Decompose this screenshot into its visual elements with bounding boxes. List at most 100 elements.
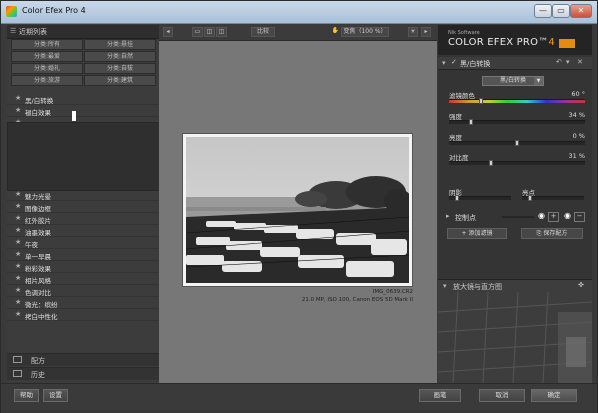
control-points-label: 控制点 bbox=[455, 214, 476, 222]
ok-button[interactable]: 确定 bbox=[531, 389, 577, 402]
save-recipe-button[interactable]: ⎘ 保存配方 bbox=[521, 228, 583, 239]
history-icon bbox=[13, 370, 22, 377]
star-icon[interactable]: ★ bbox=[15, 262, 21, 270]
star-icon[interactable]: ★ bbox=[15, 202, 21, 210]
method-dropdown[interactable]: 黑/白转换 ▼ bbox=[482, 76, 544, 86]
slider-thumb[interactable] bbox=[469, 119, 473, 125]
filter-control-panel: Nik Software COLOR EFEX PRO™4 ▾ ✓ 黑/白转换 … bbox=[438, 25, 592, 383]
background-bulb-button[interactable]: ☀ bbox=[408, 27, 418, 37]
slider-thumb[interactable] bbox=[528, 195, 532, 201]
active-filter-header[interactable]: ▾ ✓ 黑/白转换 ↶ ▾ ✕ bbox=[438, 57, 592, 70]
filter-item[interactable]: ★ 拷白中性化 bbox=[7, 309, 159, 321]
tooltip-overlay bbox=[7, 122, 173, 191]
brand-logo-icon bbox=[559, 39, 575, 48]
slider-thumb[interactable] bbox=[489, 160, 493, 166]
control-point-minus-icon[interactable]: ◉ bbox=[564, 211, 571, 220]
app-window: Color Efex Pro 4 — ▭ ✕ ☰ 近期列表 分类:所有 分类:悬… bbox=[0, 0, 598, 413]
preview-image bbox=[182, 133, 413, 287]
star-icon[interactable]: ★ bbox=[15, 226, 21, 234]
filter-item[interactable]: ★ 油墨效果 bbox=[7, 225, 159, 237]
filter-item[interactable]: ★ 红外胶片 bbox=[7, 213, 159, 225]
control-points-slider[interactable] bbox=[502, 216, 534, 218]
settings-button[interactable]: 设置 bbox=[43, 389, 68, 402]
star-icon[interactable]: ★ bbox=[15, 298, 21, 306]
maximize-button[interactable]: ▭ bbox=[552, 4, 570, 18]
add-control-point-button[interactable]: + bbox=[548, 212, 559, 222]
filter-item[interactable]: ★ 微光：缤纷 bbox=[7, 297, 159, 309]
minimize-button[interactable]: — bbox=[534, 4, 552, 18]
add-filter-button[interactable]: + 添加滤镜 bbox=[447, 228, 507, 239]
delete-filter-icon[interactable]: ✕ bbox=[577, 58, 583, 66]
loupe-view[interactable] bbox=[438, 292, 592, 383]
filter-item[interactable]: ★ 单一早晨 bbox=[7, 249, 159, 261]
slider-thumb[interactable] bbox=[479, 98, 483, 104]
mouse-cursor-icon bbox=[72, 111, 76, 121]
category-button[interactable]: 分类:所有 bbox=[11, 39, 83, 50]
recipes-icon bbox=[13, 356, 22, 363]
star-icon[interactable]: ★ bbox=[15, 250, 21, 258]
title-bar: Color Efex Pro 4 — ▭ ✕ bbox=[1, 1, 597, 24]
slider-thumb[interactable] bbox=[515, 140, 519, 146]
star-icon[interactable]: ★ bbox=[15, 190, 21, 198]
photo-scene bbox=[186, 137, 409, 283]
expand-arrow-icon[interactable]: ▾ bbox=[442, 59, 446, 67]
category-button[interactable]: 分类:婚礼 bbox=[11, 63, 83, 74]
filter-item[interactable]: ★ 图像边框 bbox=[7, 201, 159, 213]
loupe-label: 放大镜与直方图 bbox=[453, 283, 502, 291]
preview-canvas[interactable]: IMG_0639.CR2 21.0 MP, ISO 100, Canon EOS… bbox=[159, 41, 437, 383]
hand-tool-icon[interactable]: ✋ bbox=[331, 27, 340, 37]
split-view-button[interactable]: ◫ bbox=[204, 27, 215, 37]
compare-button[interactable]: 比较 bbox=[251, 27, 275, 37]
category-button[interactable]: 分类:自拔 bbox=[84, 63, 156, 74]
brush-button[interactable]: 画笔 bbox=[419, 389, 461, 402]
filter-item[interactable]: ★ 褪白效果 bbox=[7, 105, 159, 117]
filter-item[interactable]: ★ 粉彩效果 bbox=[7, 261, 159, 273]
brand-header: Nik Software COLOR EFEX PRO™4 bbox=[438, 25, 592, 55]
loupe-histogram-header[interactable]: ▾ 放大镜与直方图 ✜ bbox=[438, 279, 592, 292]
filter-item[interactable]: ★ 色调对比 bbox=[7, 285, 159, 297]
recent-list-header[interactable]: ☰ 近期列表 bbox=[7, 25, 159, 39]
hide-browser-button[interactable]: ◂ bbox=[163, 27, 173, 37]
zoom-dropdown[interactable]: 变焦（100 %） bbox=[341, 27, 389, 37]
filter-enable-checkbox[interactable]: ✓ bbox=[451, 58, 457, 66]
hide-filter-panel-button[interactable]: ▸ bbox=[421, 27, 431, 37]
slider-thumb[interactable] bbox=[455, 195, 459, 201]
star-icon[interactable]: ★ bbox=[15, 274, 21, 282]
reset-icon[interactable]: ↶ bbox=[556, 58, 562, 66]
category-button[interactable]: 分类:旅游 bbox=[11, 75, 83, 86]
app-icon bbox=[6, 6, 17, 17]
filter-item[interactable]: ★ 黑/白转换 bbox=[7, 93, 159, 105]
star-icon[interactable]: ★ bbox=[15, 310, 21, 318]
history-section[interactable]: 历史 bbox=[7, 367, 159, 380]
recipes-section[interactable]: 配方 bbox=[7, 353, 159, 366]
active-filter-title: 黑/白转换 bbox=[460, 60, 491, 68]
star-icon[interactable]: ★ bbox=[15, 286, 21, 294]
expand-arrow-icon[interactable]: ▸ bbox=[446, 212, 450, 220]
expand-arrow-icon: ▾ bbox=[443, 282, 447, 290]
star-icon[interactable]: ★ bbox=[15, 106, 21, 114]
star-icon[interactable]: ★ bbox=[15, 214, 21, 222]
image-filename: IMG_0639.CR2 bbox=[372, 289, 413, 295]
star-icon[interactable]: ★ bbox=[15, 238, 21, 246]
filter-menu-icon[interactable]: ▾ bbox=[566, 58, 570, 66]
filter-item[interactable]: ★ 午夜 bbox=[7, 237, 159, 249]
pin-icon[interactable]: ✜ bbox=[578, 281, 584, 289]
category-button[interactable]: 分类:最爱 bbox=[11, 51, 83, 62]
help-button[interactable]: 帮助 bbox=[14, 389, 39, 402]
side-by-side-button[interactable]: ◫ bbox=[216, 27, 227, 37]
remove-control-point-button[interactable]: − bbox=[574, 212, 585, 222]
single-view-button[interactable]: ▭ bbox=[192, 27, 203, 37]
filter-list-panel: ☰ 近期列表 分类:所有 分类:悬挂 分类:最爱 分类:自然 分类:婚礼 分类:… bbox=[7, 25, 159, 383]
category-button[interactable]: 分类:建筑 bbox=[84, 75, 156, 86]
control-point-icon[interactable]: ◉ bbox=[538, 211, 545, 220]
brand-company: Nik Software bbox=[448, 30, 480, 36]
category-button[interactable]: 分类:悬挂 bbox=[84, 39, 156, 50]
recent-list-label: 近期列表 bbox=[19, 28, 47, 36]
cancel-button[interactable]: 取消 bbox=[479, 389, 525, 402]
category-button[interactable]: 分类:自然 bbox=[84, 51, 156, 62]
image-info: 21.0 MP, ISO 100, Canon EOS 5D Mark II bbox=[301, 297, 413, 303]
filter-item[interactable]: ★ 相片风格 bbox=[7, 273, 159, 285]
star-icon[interactable]: ★ bbox=[15, 94, 21, 102]
dropdown-arrow-icon: ▼ bbox=[534, 77, 543, 85]
close-button[interactable]: ✕ bbox=[570, 4, 592, 18]
